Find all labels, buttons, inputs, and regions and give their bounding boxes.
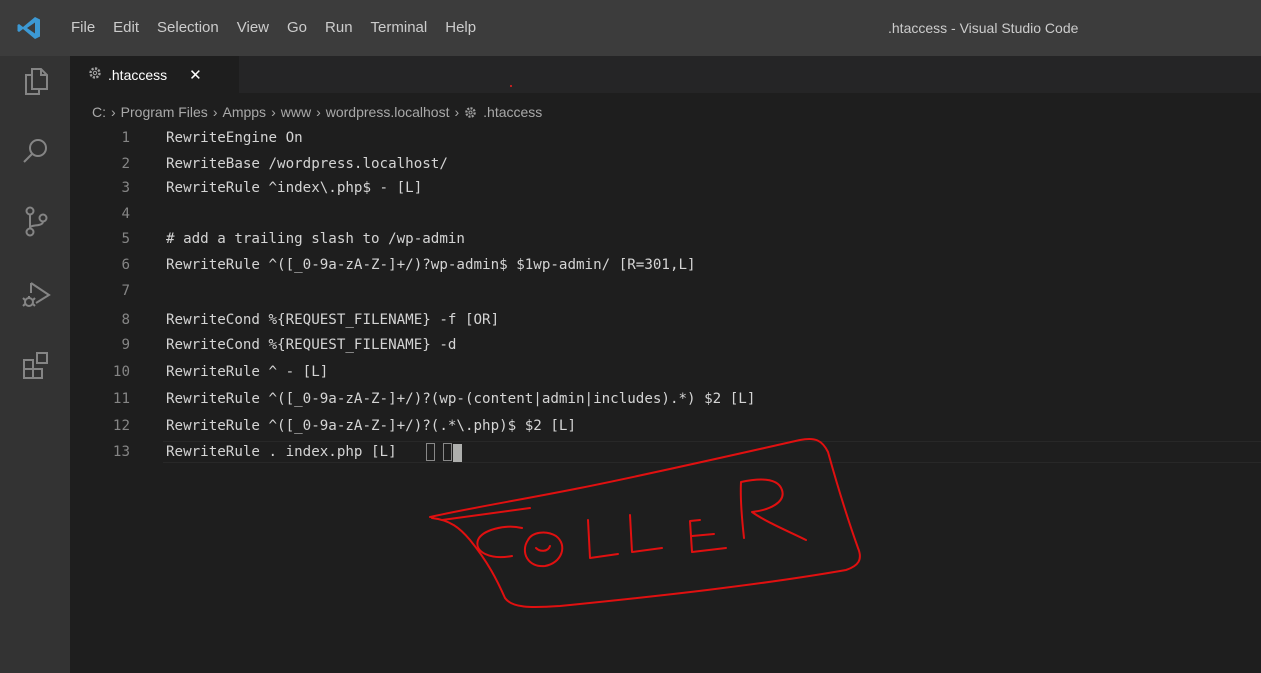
line-text: RewriteRule ^index\.php$ - [L]	[166, 180, 423, 196]
line-number: 1	[121, 130, 130, 146]
menu-run[interactable]: Run	[316, 0, 362, 56]
breadcrumb: C: › Program Files › Ampps › www › wordp…	[92, 99, 542, 125]
line-number: 11	[112, 391, 130, 407]
menu-view[interactable]: View	[228, 0, 278, 56]
line-number: 8	[121, 312, 130, 328]
line-text: RewriteRule . index.php [L]	[166, 444, 397, 460]
breadcrumb-ampps[interactable]: Ampps	[222, 104, 266, 120]
line-number: 9	[121, 337, 130, 353]
search-icon[interactable]	[19, 134, 53, 168]
code-line: 11 RewriteRule ^([_0-9a-zA-Z-]+/)?(wp-(c…	[70, 388, 1261, 410]
code-line: 8 RewriteCond %{REQUEST_FILENAME} -f [OR…	[70, 309, 1261, 331]
code-line: 5 # add a trailing slash to /wp-admin	[70, 228, 1261, 250]
chevron-right-icon: ›	[271, 104, 276, 120]
tab-htaccess[interactable]: .htaccess ✕	[70, 56, 239, 93]
chevron-right-icon: ›	[111, 104, 116, 120]
code-line: 6 RewriteRule ^([_0-9a-zA-Z-]+/)?wp-admi…	[70, 254, 1261, 276]
menu-edit[interactable]: Edit	[104, 0, 148, 56]
extensions-icon[interactable]	[19, 348, 53, 382]
line-text: RewriteRule ^ - [L]	[166, 364, 329, 380]
breadcrumb-www[interactable]: www	[281, 104, 311, 120]
line-number: 2	[121, 156, 130, 172]
line-number: 5	[121, 231, 130, 247]
line-number: 3	[121, 180, 130, 196]
code-line: 4	[70, 203, 1261, 225]
breadcrumb-file[interactable]: .htaccess	[483, 104, 542, 120]
vscode-logo-icon	[12, 11, 46, 45]
code-line: 9 RewriteCond %{REQUEST_FILENAME} -d	[70, 334, 1261, 356]
line-number: 12	[112, 418, 130, 434]
code-line: 7	[70, 280, 1261, 302]
code-line: 3 RewriteRule ^index\.php$ - [L]	[70, 177, 1261, 199]
breadcrumb-program-files[interactable]: Program Files	[121, 104, 208, 120]
window-title: .htaccess - Visual Studio Code	[888, 20, 1079, 36]
code-editor[interactable]: 1 RewriteEngine On 2 RewriteBase /wordpr…	[70, 127, 1261, 673]
line-text: # add a trailing slash to /wp-admin	[166, 231, 465, 247]
code-line-current: 13 RewriteRule . index.php [L]	[70, 441, 1261, 463]
breadcrumb-drive[interactable]: C:	[92, 104, 106, 120]
line-text: RewriteRule ^([_0-9a-zA-Z-]+/)?wp-admin$…	[166, 257, 696, 273]
line-number: 6	[121, 257, 130, 273]
line-number: 10	[112, 364, 130, 380]
bracket-match-close	[443, 443, 452, 461]
code-line: 12 RewriteRule ^([_0-9a-zA-Z-]+/)?(.*\.p…	[70, 415, 1261, 437]
text-cursor	[453, 444, 462, 462]
line-text: RewriteCond %{REQUEST_FILENAME} -f [OR]	[166, 312, 500, 328]
code-line: 2 RewriteBase /wordpress.localhost/	[70, 153, 1261, 175]
title-bar: File Edit Selection View Go Run Terminal…	[0, 0, 1261, 56]
explorer-icon[interactable]	[19, 64, 53, 98]
line-number: 13	[112, 444, 130, 460]
run-debug-icon[interactable]	[19, 278, 53, 312]
line-text: RewriteRule ^([_0-9a-zA-Z-]+/)?(wp-(cont…	[166, 391, 756, 407]
tab-bar: .htaccess ✕	[70, 56, 1261, 93]
line-text: RewriteEngine On	[166, 130, 303, 146]
gear-icon	[464, 106, 477, 119]
annotation-dot	[510, 85, 512, 87]
line-number: 4	[121, 206, 130, 222]
tab-label: .htaccess	[108, 66, 168, 83]
code-line: 1 RewriteEngine On	[70, 127, 1261, 149]
line-text: RewriteRule ^([_0-9a-zA-Z-]+/)?(.*\.php)…	[166, 418, 576, 434]
menu-go[interactable]: Go	[278, 0, 316, 56]
menu-terminal[interactable]: Terminal	[362, 0, 437, 56]
gear-icon	[88, 65, 102, 84]
chevron-right-icon: ›	[454, 104, 460, 120]
close-icon[interactable]: ✕	[189, 66, 202, 84]
menu-help[interactable]: Help	[436, 0, 485, 56]
line-text: RewriteBase /wordpress.localhost/	[166, 156, 448, 172]
line-number: 7	[121, 283, 130, 299]
menu-bar: File Edit Selection View Go Run Terminal…	[62, 0, 485, 56]
chevron-right-icon: ›	[212, 104, 218, 120]
menu-selection[interactable]: Selection	[148, 0, 228, 56]
bracket-match-open	[426, 443, 435, 461]
menu-file[interactable]: File	[62, 0, 104, 56]
breadcrumb-wordpress-localhost[interactable]: wordpress.localhost	[326, 104, 450, 120]
line-text: RewriteCond %{REQUEST_FILENAME} -d	[166, 337, 457, 353]
source-control-icon[interactable]	[19, 204, 53, 238]
activity-bar	[0, 56, 70, 673]
chevron-right-icon: ›	[316, 104, 321, 120]
code-line: 10 RewriteRule ^ - [L]	[70, 361, 1261, 383]
